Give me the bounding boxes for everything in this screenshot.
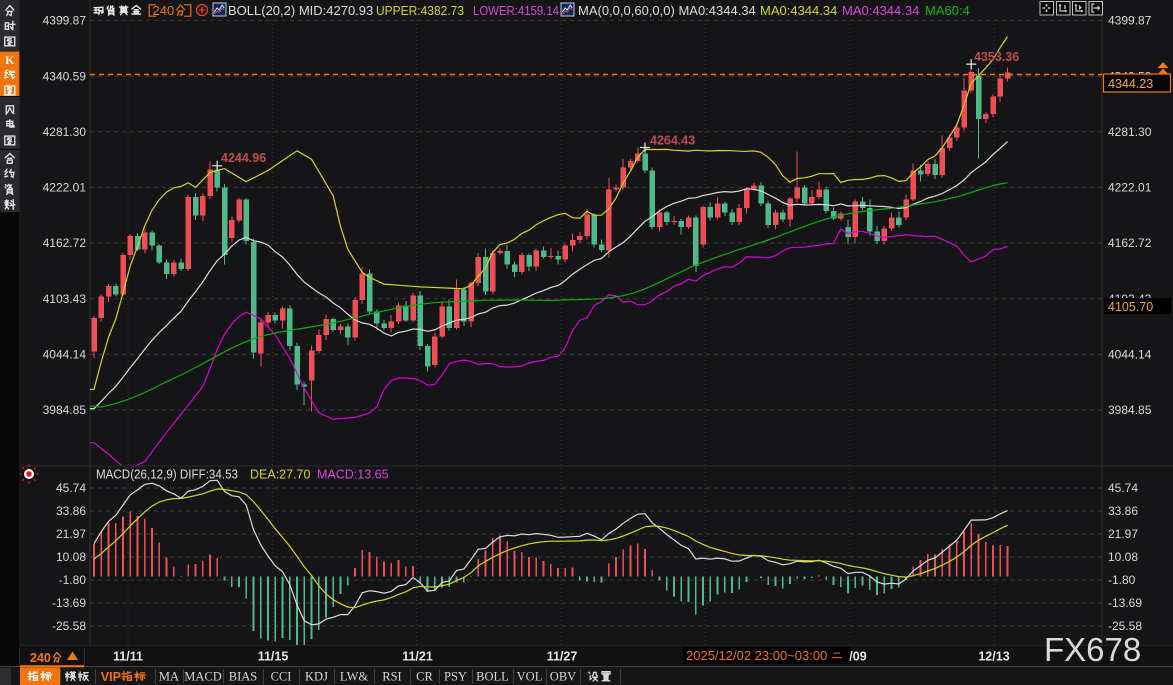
svg-text:MA0:4344.34: MA0:4344.34 bbox=[760, 3, 837, 18]
svg-text:MA60:4: MA60:4 bbox=[925, 3, 970, 18]
svg-text:4244.96: 4244.96 bbox=[221, 151, 266, 165]
svg-text:LW&: LW& bbox=[340, 670, 369, 684]
svg-text:PSY: PSY bbox=[444, 670, 467, 684]
svg-text:21.97: 21.97 bbox=[1108, 527, 1138, 541]
svg-text:FX678: FX678 bbox=[1044, 631, 1141, 668]
svg-text:2025/12/02 23:00~03:00: 2025/12/02 23:00~03:00 bbox=[686, 648, 827, 663]
svg-text:BIAS: BIAS bbox=[229, 670, 258, 684]
svg-text:-13.69: -13.69 bbox=[1108, 596, 1142, 610]
svg-text:4162.72: 4162.72 bbox=[1108, 236, 1152, 250]
svg-text:4344.23: 4344.23 bbox=[1108, 77, 1153, 91]
svg-text:4222.01: 4222.01 bbox=[1108, 181, 1152, 195]
svg-text:OBV: OBV bbox=[550, 670, 576, 684]
svg-text:MACD:13.65: MACD:13.65 bbox=[317, 468, 389, 482]
svg-text:11/27: 11/27 bbox=[547, 650, 578, 664]
svg-text:3984.85: 3984.85 bbox=[43, 403, 87, 417]
svg-text:240: 240 bbox=[153, 3, 175, 18]
svg-text:UPPER:4382.73: UPPER:4382.73 bbox=[376, 3, 464, 18]
svg-text:MACD: MACD bbox=[184, 670, 222, 684]
svg-text:RSI: RSI bbox=[382, 670, 401, 684]
svg-text:-25.58: -25.58 bbox=[52, 619, 86, 633]
svg-text:CCI: CCI bbox=[271, 670, 292, 684]
svg-text:11/21: 11/21 bbox=[402, 650, 433, 664]
svg-text:CR: CR bbox=[416, 670, 433, 684]
svg-text:4222.01: 4222.01 bbox=[43, 181, 87, 195]
svg-text:11/15: 11/15 bbox=[258, 650, 289, 664]
svg-text:4353.36: 4353.36 bbox=[974, 50, 1019, 64]
svg-text:45.74: 45.74 bbox=[56, 481, 86, 495]
svg-text:4162.72: 4162.72 bbox=[43, 236, 87, 250]
svg-text:21.97: 21.97 bbox=[56, 527, 86, 541]
svg-text:-1.80: -1.80 bbox=[59, 573, 87, 587]
svg-text:BOLL: BOLL bbox=[476, 670, 509, 684]
svg-text:4281.30: 4281.30 bbox=[1108, 125, 1152, 139]
svg-text:VOL: VOL bbox=[517, 670, 543, 684]
svg-text:33.86: 33.86 bbox=[1108, 504, 1138, 518]
svg-text:VIP: VIP bbox=[101, 670, 121, 684]
svg-text:10.08: 10.08 bbox=[56, 550, 86, 564]
svg-text:KDJ: KDJ bbox=[305, 670, 328, 684]
svg-text:4399.87: 4399.87 bbox=[43, 14, 87, 28]
svg-text:240: 240 bbox=[30, 651, 51, 665]
svg-text:/09: /09 bbox=[849, 650, 866, 664]
svg-text:12/13: 12/13 bbox=[978, 650, 1009, 664]
svg-text:BOLL(20,2) MID:4270.93: BOLL(20,2) MID:4270.93 bbox=[228, 3, 373, 18]
svg-text:MA0:4344.34: MA0:4344.34 bbox=[842, 3, 919, 18]
svg-text:4105.70: 4105.70 bbox=[1108, 300, 1153, 314]
svg-text:4264.43: 4264.43 bbox=[650, 134, 695, 148]
svg-text:4399.87: 4399.87 bbox=[1108, 14, 1152, 28]
svg-text:10.08: 10.08 bbox=[1108, 550, 1138, 564]
svg-text:K: K bbox=[5, 53, 15, 67]
svg-text:LOWER:4159.14: LOWER:4159.14 bbox=[473, 3, 559, 18]
svg-text:33.86: 33.86 bbox=[56, 504, 86, 518]
svg-text:4044.14: 4044.14 bbox=[43, 348, 87, 362]
svg-text:11/11: 11/11 bbox=[113, 650, 143, 664]
svg-text:-13.69: -13.69 bbox=[52, 596, 86, 610]
svg-text:MA(0,0,0,60,0,0) MA0:4344.34: MA(0,0,0,60,0,0) MA0:4344.34 bbox=[578, 3, 756, 18]
svg-text:DEA:27.70: DEA:27.70 bbox=[250, 468, 311, 482]
svg-text:4103.43: 4103.43 bbox=[43, 292, 87, 306]
svg-text:MA: MA bbox=[159, 670, 179, 684]
svg-text:MACD(26,12,9) DIFF:34.53: MACD(26,12,9) DIFF:34.53 bbox=[96, 468, 238, 482]
svg-text:4340.59: 4340.59 bbox=[43, 69, 87, 83]
svg-text:4044.14: 4044.14 bbox=[1108, 348, 1152, 362]
svg-text:3984.85: 3984.85 bbox=[1108, 403, 1152, 417]
svg-text:4281.30: 4281.30 bbox=[43, 125, 87, 139]
svg-text:-1.80: -1.80 bbox=[1108, 573, 1136, 587]
svg-text:45.74: 45.74 bbox=[1108, 481, 1138, 495]
